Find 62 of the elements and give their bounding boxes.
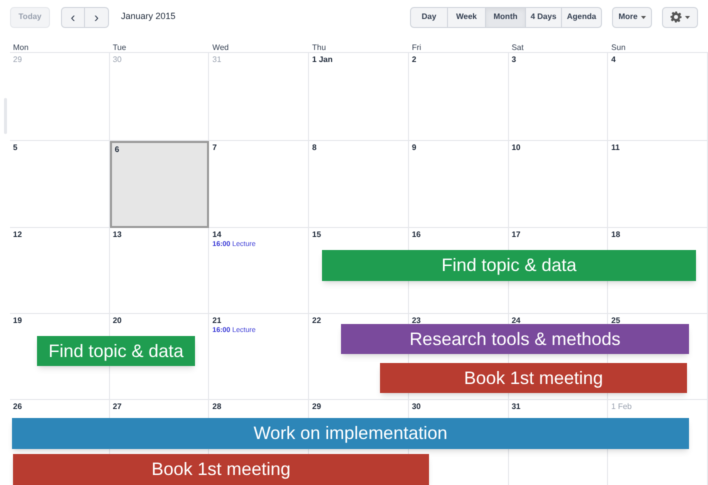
day-number: 14 — [212, 229, 222, 240]
view-tab[interactable]: Month — [486, 6, 526, 28]
weekday-label: Mon — [12, 43, 29, 52]
day-number: 15 — [312, 229, 322, 240]
weekday-label: Tue — [112, 43, 126, 52]
day-number: 21 — [212, 315, 222, 326]
weekday-label: Fri — [410, 43, 422, 52]
next-button[interactable]: › — [85, 6, 109, 28]
weekday-label: Thu — [311, 43, 326, 52]
day-number: 18 — [611, 229, 620, 240]
day-number: 2 — [412, 54, 416, 65]
day-number: 29 — [13, 54, 22, 65]
view-tab[interactable]: 4 Days — [526, 6, 562, 28]
day-number: 1 Jan — [312, 54, 333, 65]
day-number: 30 — [412, 401, 421, 412]
caret-icon — [640, 16, 646, 18]
day-number: 22 — [312, 315, 322, 326]
day-number: 7 — [212, 142, 217, 153]
day-number: 26 — [13, 401, 22, 412]
settings-button[interactable] — [662, 6, 698, 28]
day-number: 9 — [412, 142, 416, 153]
view-tab[interactable]: Day — [410, 6, 448, 28]
day-number: 1 Feb — [611, 401, 632, 412]
day-number: 11 — [611, 142, 620, 153]
day-number: 30 — [112, 54, 122, 65]
settings-icon — [670, 11, 682, 23]
day-number: 8 — [312, 142, 317, 153]
day-number: 13 — [112, 229, 122, 240]
day-number: 5 — [13, 142, 18, 153]
event-banner: Research tools & methods — [341, 324, 689, 354]
day-number: 19 — [13, 315, 22, 326]
event-banner: Work on implementation — [12, 418, 689, 449]
selected-day-cell[interactable]: 6 — [110, 141, 210, 228]
day-number: 12 — [13, 229, 22, 240]
day-number: 31 — [512, 401, 520, 412]
day-number: 29 — [312, 401, 322, 412]
day-number: 23 — [412, 315, 421, 326]
weekday-label: Sat — [510, 43, 524, 52]
event-banner: Book 1st meeting — [380, 363, 687, 393]
day-number: 28 — [212, 401, 222, 412]
day-number: 25 — [611, 315, 620, 326]
day-number: 17 — [512, 229, 520, 240]
day-number: 16 — [412, 229, 421, 240]
weekday-label: Sun — [610, 43, 626, 52]
more-button[interactable]: More — [612, 6, 652, 28]
day-number: 6 — [114, 144, 120, 155]
day-number: 24 — [512, 315, 520, 326]
caret-icon — [685, 16, 690, 18]
view-tab[interactable]: Week — [448, 6, 486, 28]
event-banner: Find topic & data — [37, 336, 195, 366]
day-number: 20 — [112, 315, 122, 326]
day-number: 10 — [512, 142, 520, 153]
day-number: 3 — [512, 54, 516, 65]
day-number: 4 — [611, 54, 616, 65]
event-banner: Book 1st meeting — [13, 454, 429, 485]
event-banner: Find topic & data — [322, 250, 696, 281]
day-number: 27 — [112, 401, 122, 412]
weekday-label: Wed — [211, 43, 229, 52]
month-title: January 2015 — [121, 10, 176, 24]
view-tab[interactable]: Agenda — [562, 6, 602, 28]
previous-button[interactable]: ‹ — [61, 6, 85, 28]
day-number: 31 — [212, 54, 222, 65]
